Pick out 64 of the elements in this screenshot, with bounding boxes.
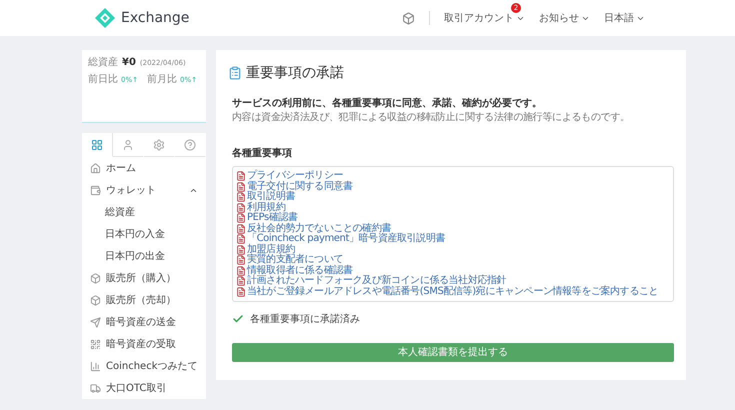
change-label: 前月比: [146, 72, 177, 86]
wallet-icon: [90, 184, 101, 196]
sidebar-tab[interactable]: [82, 133, 113, 157]
nav-menu[interactable]: お知らせ: [539, 11, 590, 25]
balance-value: ¥0: [122, 57, 136, 68]
help-icon: [184, 138, 196, 150]
confirmation-text: 各種重要事項に承諾済み: [250, 312, 360, 326]
menu-item[interactable]: 販売所（購入）: [82, 267, 206, 289]
pdf-icon: [236, 244, 246, 255]
submenu-item[interactable]: 総資産: [82, 201, 206, 223]
page-title: 重要事項の承諾: [228, 64, 674, 82]
send-icon: [90, 316, 101, 328]
menu-item[interactable]: 暗号資産の送金: [82, 311, 206, 333]
intro-heading: サービスの利用前に、各種重要事項に同意、承諾、確約が必要です。: [232, 96, 543, 110]
nav-menu[interactable]: 日本語: [604, 11, 645, 25]
pdf-icon: [236, 224, 246, 234]
document-link[interactable]: 加盟店規約: [236, 244, 670, 255]
document-link[interactable]: 情報取得者に係る確認書: [236, 266, 670, 276]
submenu-item[interactable]: 日本円の入金: [82, 223, 206, 245]
document-link[interactable]: プライバシーポリシー: [236, 171, 670, 182]
balance-label: 総資産: [88, 56, 118, 69]
box-icon: [90, 272, 101, 284]
menu-item[interactable]: 販売所（売却）: [82, 289, 206, 311]
document-link[interactable]: PEPs確認書: [236, 213, 670, 224]
pdf-icon: [236, 213, 246, 224]
menu-item[interactable]: Coincheckつみたて: [82, 355, 206, 377]
pdf-icon: [236, 192, 246, 202]
pdf-icon: [236, 171, 246, 182]
menu-item[interactable]: ホーム: [82, 157, 206, 179]
truck-icon: [90, 382, 101, 394]
document-link[interactable]: 「Coincheck payment」暗号資産取引説明書: [236, 234, 670, 244]
document-link[interactable]: 反社会的勢力でないことの確約書: [236, 224, 670, 234]
clipboard-icon: [228, 66, 242, 80]
menu-item[interactable]: 大口OTC取引: [82, 377, 206, 399]
pdf-icon: [236, 255, 246, 266]
qr-code-icon: [90, 338, 101, 350]
section-label: 各種重要事項: [232, 146, 293, 160]
document-link[interactable]: 実質的支配者について: [236, 255, 670, 266]
menu-item[interactable]: 暗号資産の受取: [82, 333, 206, 355]
pdf-icon: [236, 202, 246, 213]
intro-text: 内容は資金決済法及び、犯罪による収益の移転防止に関する法律の施行等によるものです。: [232, 110, 631, 124]
pdf-icon: [236, 276, 246, 286]
home-icon: [90, 162, 101, 174]
box-icon: [90, 294, 101, 306]
change-label: 前日比: [88, 72, 118, 86]
menu-item[interactable]: ウォレット: [82, 179, 206, 201]
grid-icon: [91, 138, 103, 150]
pdf-icon: [236, 286, 246, 297]
document-link[interactable]: 当社がご登録メールアドレスや電話番号(SMS配信等)宛にキャンペーン情報等をご案内すること: [236, 286, 670, 297]
pdf-icon: [236, 266, 246, 276]
nav-menu[interactable]: 取引アカウント: [444, 11, 525, 25]
pdf-icon: [236, 234, 246, 244]
document-link[interactable]: 取引説明書: [236, 192, 670, 202]
document-link[interactable]: 利用規約: [236, 202, 670, 213]
logo-icon: [95, 8, 115, 28]
cube-icon[interactable]: [402, 12, 415, 24]
pdf-icon: [236, 182, 246, 192]
logo-text: Exchange: [121, 10, 190, 26]
bar-chart-icon: [90, 360, 101, 372]
submenu-item[interactable]: 日本円の出金: [82, 245, 206, 267]
settings-icon: [153, 138, 165, 150]
user-icon: [122, 138, 134, 150]
document-link[interactable]: 電子交付に関する同意書: [236, 182, 670, 192]
document-link[interactable]: 計画されたハードフォーク及び新コインに係る当社対応指針: [236, 276, 670, 286]
